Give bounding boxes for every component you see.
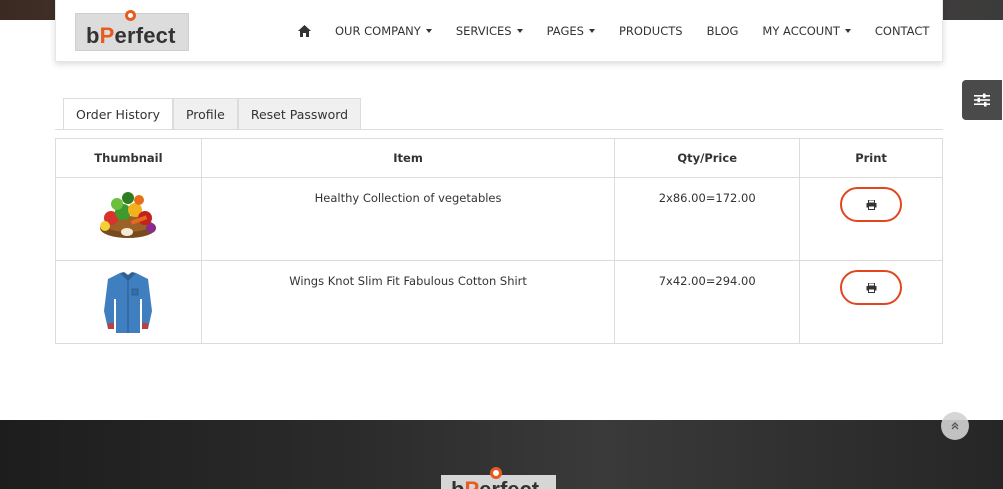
shirt-image xyxy=(104,272,153,333)
nav-our-company[interactable]: OUR COMPANY xyxy=(335,24,432,38)
table-row: Wings Knot Slim Fit Fabulous Cotton Shir… xyxy=(55,260,943,344)
caret-down-icon xyxy=(516,29,523,33)
caret-down-icon xyxy=(844,29,851,33)
qty-price: 2x86.00=172.00 xyxy=(614,177,801,261)
caret-down-icon xyxy=(588,29,595,33)
site-footer: bPerfect xyxy=(0,420,1003,489)
tab-profile[interactable]: Profile xyxy=(172,98,238,130)
header-print: Print xyxy=(799,138,943,178)
site-logo[interactable]: bPerfect xyxy=(75,10,189,51)
order-history-table: Thumbnail Item Qty/Price Print Healthy C… xyxy=(55,138,943,344)
print-button[interactable] xyxy=(840,270,903,305)
home-icon[interactable] xyxy=(298,25,311,37)
item-name: Healthy Collection of vegetables xyxy=(200,177,616,261)
tabs-divider xyxy=(55,129,943,130)
main-nav: OUR COMPANY SERVICES PAGES PRODUCTS BLOG… xyxy=(298,24,953,38)
thumbnail-cell xyxy=(55,260,202,344)
print-button[interactable] xyxy=(840,187,903,222)
vegetables-image xyxy=(100,192,157,238)
sliders-icon[interactable] xyxy=(962,80,1002,120)
double-chevron-up-icon[interactable] xyxy=(941,412,969,440)
nav-services[interactable]: SERVICES xyxy=(456,24,523,38)
printer-icon xyxy=(866,199,877,210)
print-cell xyxy=(799,177,943,261)
account-tabs: Order History Profile Reset Password xyxy=(63,98,362,130)
header-item: Item xyxy=(200,138,616,178)
site-header: bPerfect OUR COMPANY SERVICES PAGES PROD… xyxy=(55,0,943,62)
logo-text: bPerfect xyxy=(86,23,176,48)
tab-reset-password[interactable]: Reset Password xyxy=(237,98,362,130)
item-name: Wings Knot Slim Fit Fabulous Cotton Shir… xyxy=(200,260,616,344)
printer-icon xyxy=(866,282,877,293)
nav-blog[interactable]: BLOG xyxy=(707,24,739,38)
nav-my-account[interactable]: MY ACCOUNT xyxy=(762,24,851,38)
logo-pin-icon xyxy=(490,467,502,479)
table-header-row: Thumbnail Item Qty/Price Print xyxy=(55,138,943,178)
qty-price: 7x42.00=294.00 xyxy=(614,260,801,344)
nav-products[interactable]: PRODUCTS xyxy=(619,24,683,38)
print-cell xyxy=(799,260,943,344)
thumbnail-cell xyxy=(55,177,202,261)
tab-order-history[interactable]: Order History xyxy=(63,98,173,130)
header-thumbnail: Thumbnail xyxy=(55,138,202,178)
table-row: Healthy Collection of vegetables 2x86.00… xyxy=(55,177,943,261)
nav-contact[interactable]: CONTACT xyxy=(875,24,930,38)
nav-pages[interactable]: PAGES xyxy=(547,24,595,38)
logo-pin-icon xyxy=(125,10,136,21)
caret-down-icon xyxy=(425,29,432,33)
header-qty-price: Qty/Price xyxy=(614,138,801,178)
